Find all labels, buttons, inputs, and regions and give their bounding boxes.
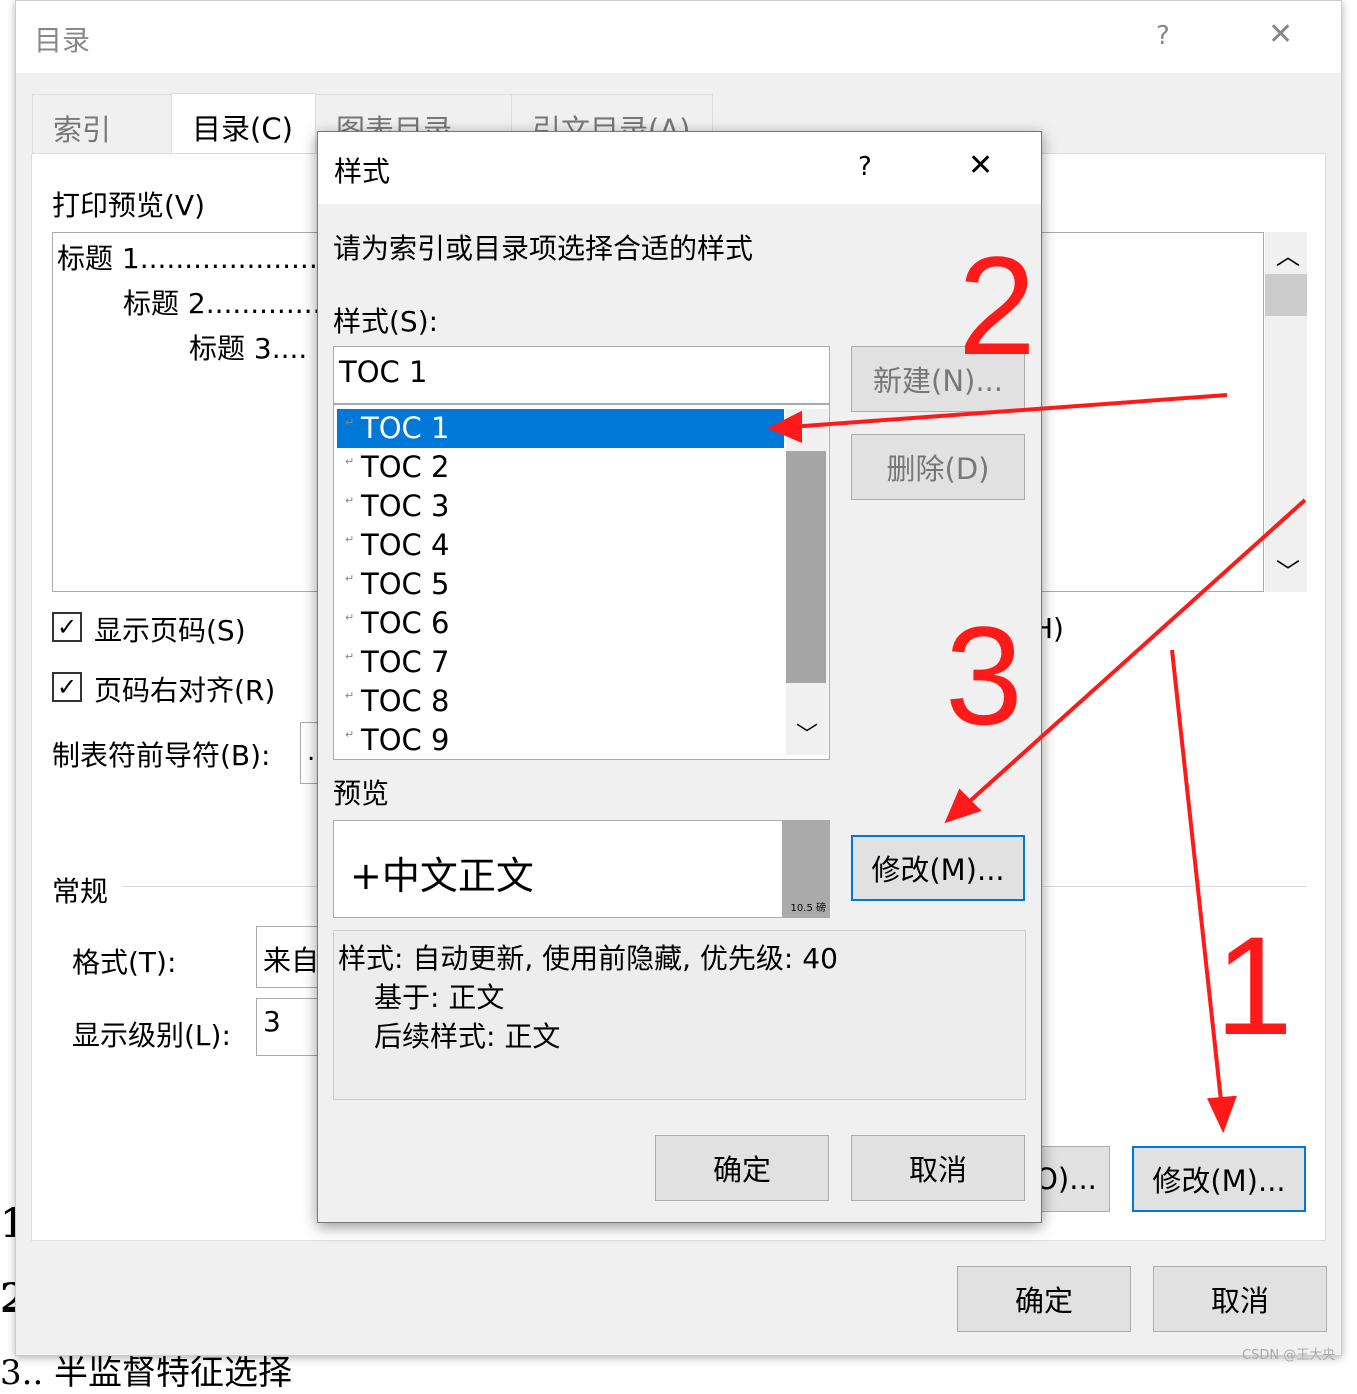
watermark: CSDN @王大央 bbox=[1242, 1348, 1336, 1363]
annotation-1: 1 bbox=[1215, 907, 1293, 1064]
arrowhead-1 bbox=[1206, 1095, 1237, 1134]
annotation-2: 2 bbox=[958, 227, 1036, 384]
annotation-3: 3 bbox=[945, 597, 1023, 754]
annotation-arrows bbox=[767, 393, 1307, 1134]
arrowhead-2 bbox=[767, 410, 802, 444]
arrow-2 bbox=[789, 393, 1228, 429]
